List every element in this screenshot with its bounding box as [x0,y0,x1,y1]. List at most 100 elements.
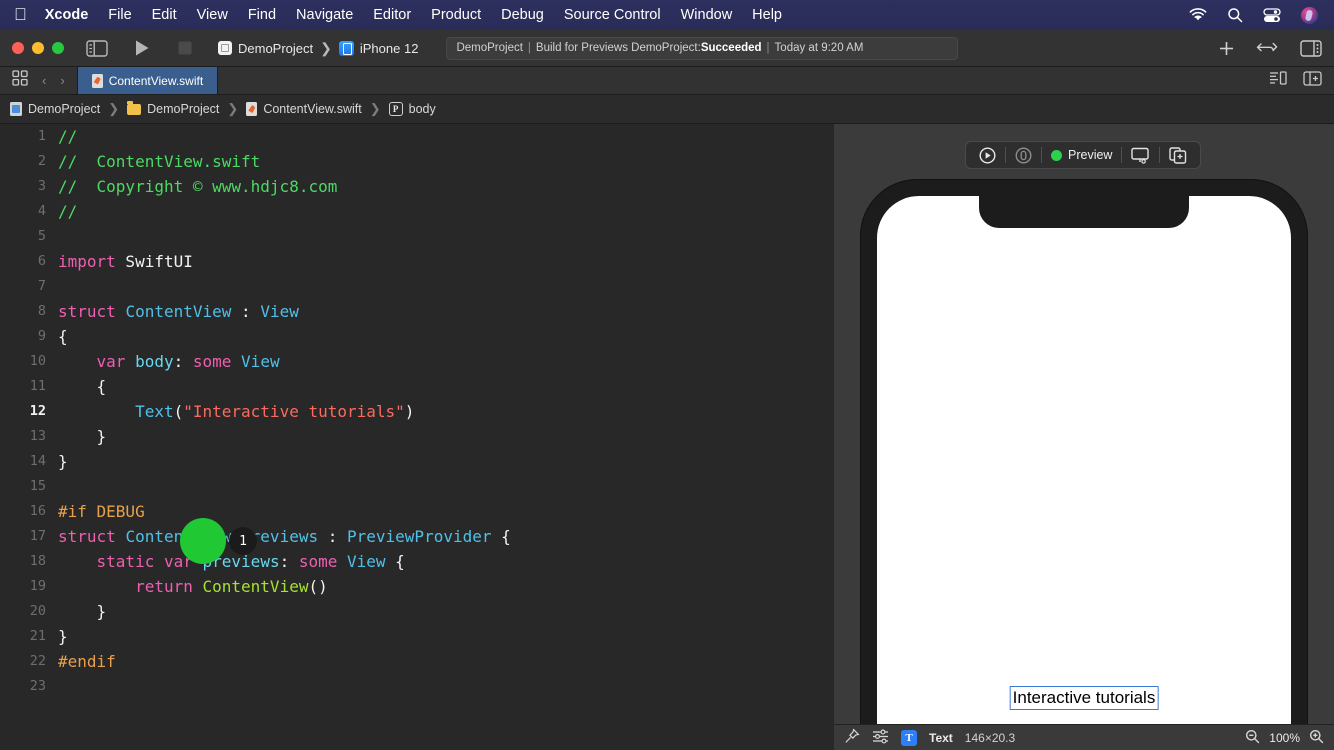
menu-item-source-control[interactable]: Source Control [564,7,661,23]
code-line[interactable]: 17 struct ContentView_Previews : PreviewP… [0,524,833,549]
macos-menu-bar:  Xcode File Edit View Find Navigate Edi… [0,0,1334,30]
window-controls [12,42,64,54]
status-dot-icon [1051,149,1062,161]
tab-contentview-swift[interactable]: ContentView.swift [76,67,219,94]
code-line[interactable]: 5 [0,224,833,249]
preview-on-device-icon[interactable] [1122,142,1159,168]
navigate-back-button[interactable]: ‹ [42,73,46,88]
code-line[interactable]: 4 // [0,199,833,224]
code-text: import SwiftUI [58,252,193,271]
adjust-icon[interactable] [872,729,889,747]
search-icon[interactable] [1227,7,1243,23]
code-line[interactable]: 12 Text("Interactive tutorials") [0,399,833,424]
property-badge-icon: P [388,102,403,116]
menu-item-product[interactable]: Product [431,7,481,23]
menu-item-xcode[interactable]: Xcode [45,7,89,23]
minimap-toggle-icon[interactable] [1269,71,1287,90]
navigator-toggle-icon[interactable] [86,39,108,57]
zoom-button[interactable] [52,42,64,54]
code-lines[interactable]: 1 // 2 // ContentView.swift 3 // Copyright © … [0,124,833,699]
preview-selected-text[interactable]: Interactive tutorials [1009,686,1159,710]
device-notch [979,196,1189,228]
code-line[interactable]: 21} [0,624,833,649]
selected-element-name: Text [929,730,953,745]
line-number: 16 [29,503,46,519]
close-button[interactable] [12,42,24,54]
wifi-icon[interactable] [1189,8,1207,22]
zoom-out-icon[interactable] [1245,729,1260,747]
menu-item-help[interactable]: Help [752,7,782,23]
code-line[interactable]: 15 [0,474,833,499]
code-line[interactable]: 14} [0,449,833,474]
menu-item-find[interactable]: Find [248,7,276,23]
status-project: DemoProject [456,42,523,54]
zoom-in-icon[interactable] [1309,729,1324,747]
code-line[interactable]: 16 #if DEBUG [0,499,833,524]
code-line[interactable]: 18 static var previews: some View { [0,549,833,574]
line-number: 8 [37,303,46,319]
preview-status[interactable]: Preview [1042,142,1121,168]
navigate-back-forward-icon[interactable] [1256,41,1278,55]
status-activity: Build for Previews DemoProject: [535,42,701,54]
menu-item-edit[interactable]: Edit [152,7,177,23]
code-line[interactable]: 2 // ContentView.swift [0,149,833,174]
preview-device-frame[interactable]: Interactive tutorials [861,180,1307,750]
code-line[interactable]: 20 } [0,599,833,624]
code-line[interactable]: 23 [0,674,833,699]
code-line[interactable]: 8 struct ContentView : View [0,299,833,324]
breadcrumb-item-project[interactable]: DemoProject [10,102,100,116]
scheme-selector[interactable]: DemoProject ❯ iPhone 12 [218,40,418,57]
breadcrumb-label-project: DemoProject [28,102,101,116]
code-line[interactable]: 6 import SwiftUI [0,249,833,274]
stop-button[interactable] [178,41,192,55]
code-editor[interactable]: 1 // 2 // ContentView.swift 3 // Copyright © … [0,124,833,750]
line-number: 21 [29,628,46,644]
code-line[interactable]: 10 var body: some View [0,349,833,374]
pin-icon[interactable] [844,728,860,747]
apple-menu-icon[interactable]:  [14,6,27,23]
breadcrumb-separator-2: ❯ [227,101,239,116]
code-line[interactable]: 11 { [0,374,833,399]
code-line[interactable]: 7 [0,274,833,299]
live-preview-icon[interactable] [1006,142,1041,168]
code-text: return ContentView() [135,577,328,596]
xcode-toolbar: DemoProject ❯ iPhone 12 DemoProject | Bu… [0,30,1334,67]
editor-tab-bar: ‹ › ContentView.swift [0,67,1334,95]
breadcrumb-item-symbol[interactable]: P body [388,102,436,116]
code-text: // Copyright © www.hdjc8.com [58,177,338,196]
play-preview-icon[interactable] [970,142,1005,168]
split-editor-icon[interactable] [1303,70,1322,91]
run-button[interactable] [134,39,150,57]
code-line[interactable]: 22 #endif [0,649,833,674]
folder-icon [127,100,142,115]
code-line[interactable]: 1 // [0,124,833,149]
code-text: { [58,327,68,346]
menu-item-debug[interactable]: Debug [501,7,544,23]
code-line[interactable]: 3 // Copyright © www.hdjc8.com [0,174,833,199]
code-text: } [58,602,107,621]
code-line[interactable]: 9{ [0,324,833,349]
line-number: 5 [37,228,46,244]
add-editor-icon[interactable] [1219,41,1234,56]
menu-item-navigate[interactable]: Navigate [296,7,353,23]
menu-item-editor[interactable]: Editor [373,7,411,23]
activity-status-field[interactable]: DemoProject | Build for Previews DemoPro… [446,36,959,60]
code-line[interactable]: 19 return ContentView() [0,574,833,599]
menu-item-file[interactable]: File [108,7,131,23]
siri-icon[interactable] [1301,6,1318,24]
code-line[interactable]: 13 } [0,424,833,449]
preview-canvas[interactable]: Preview Interactive tutorials [834,124,1334,750]
preview-device-screen[interactable]: Interactive tutorials [877,196,1291,750]
tab-bar-leading: ‹ › [0,67,77,94]
swift-file-icon [91,73,103,88]
breadcrumb-item-folder[interactable]: DemoProject [127,100,219,116]
breadcrumb-item-file[interactable]: ContentView.swift [246,102,362,116]
control-center-icon[interactable] [1263,7,1281,23]
tab-overview-icon[interactable] [12,70,28,91]
menu-item-view[interactable]: View [197,7,228,23]
minimize-button[interactable] [32,42,44,54]
inspector-toggle-icon[interactable] [1300,39,1322,57]
menu-item-window[interactable]: Window [681,7,733,23]
duplicate-preview-icon[interactable] [1160,142,1196,168]
navigate-forward-button[interactable]: › [60,73,64,88]
